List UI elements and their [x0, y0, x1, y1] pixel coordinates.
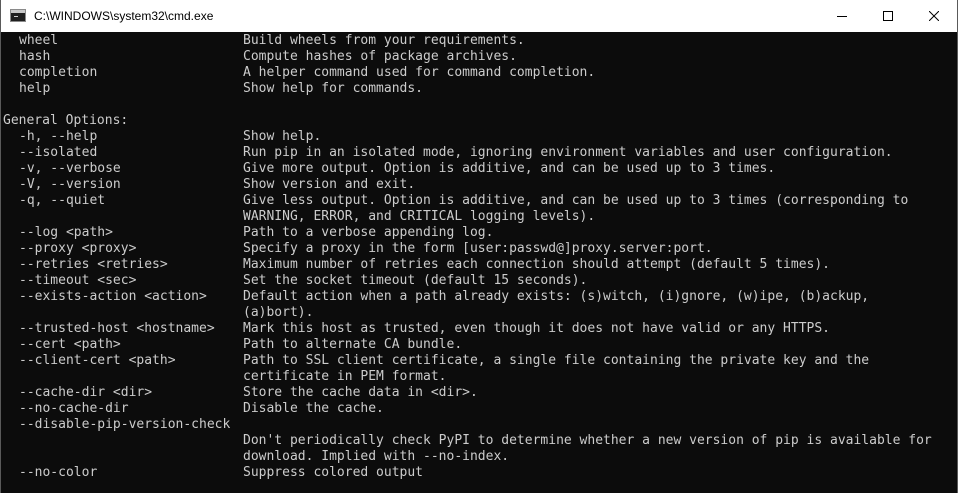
- option-flag: --no-cache-dir: [19, 401, 129, 416]
- command-description: A helper command used for command comple…: [243, 65, 596, 80]
- minimize-icon: [837, 16, 847, 17]
- option-flag: -V, --version: [19, 177, 121, 192]
- option-flag: --no-color: [19, 465, 98, 480]
- option-flag: --client-cert <path>: [19, 353, 176, 368]
- option-flag: --timeout <sec>: [19, 273, 137, 288]
- option-description: Default action when a path already exist…: [243, 289, 870, 304]
- maximize-button[interactable]: [865, 0, 911, 32]
- command-description: Build wheels from your requirements.: [243, 33, 525, 48]
- command-name: completion: [19, 65, 98, 80]
- option-description-continued: (a)bort).: [243, 305, 314, 320]
- option-description: Mark this host as trusted, even though i…: [243, 321, 830, 336]
- title-bar[interactable]: C:\WINDOWS\system32\cmd.exe: [1, 0, 957, 32]
- option-description: Show help.: [243, 129, 322, 144]
- console-icon[interactable]: [10, 9, 26, 22]
- option-flag: -v, --verbose: [19, 161, 121, 176]
- option-description: Path to a verbose appending log.: [243, 225, 494, 240]
- option-description: Specify a proxy in the form [user:passwd…: [243, 241, 713, 256]
- option-description-continued: WARNING, ERROR, and CRITICAL logging lev…: [243, 209, 596, 224]
- window-title: C:\WINDOWS\system32\cmd.exe: [34, 9, 214, 23]
- option-description: Give more output. Option is additive, an…: [243, 161, 776, 176]
- option-description-continued: download. Implied with --no-index.: [243, 449, 510, 464]
- option-description: Path to SSL client certificate, a single…: [243, 353, 870, 368]
- option-description: Suppress colored output: [243, 465, 424, 480]
- option-description: Show version and exit.: [243, 177, 416, 192]
- option-description: Don't periodically check PyPI to determi…: [243, 433, 932, 448]
- option-description: Run pip in an isolated mode, ignoring en…: [243, 145, 893, 160]
- option-flag: --disable-pip-version-check: [19, 417, 231, 432]
- general-options-heading: General Options:: [3, 113, 129, 128]
- command-name: hash: [19, 49, 51, 64]
- option-flag: --exists-action <action>: [19, 289, 207, 304]
- minimize-button[interactable]: [819, 0, 865, 32]
- option-description-continued: certificate in PEM format.: [243, 369, 447, 384]
- option-flag: --proxy <proxy>: [19, 241, 137, 256]
- option-flag: --retries <retries>: [19, 257, 168, 272]
- close-icon: [929, 11, 939, 21]
- cmd-window: C:\WINDOWS\system32\cmd.exe wheel Build …: [0, 0, 958, 493]
- close-button[interactable]: [911, 0, 957, 32]
- option-description: Set the socket timeout (default 15 secon…: [243, 273, 588, 288]
- command-description: Compute hashes of package archives.: [243, 49, 517, 64]
- option-flag: -q, --quiet: [19, 193, 106, 208]
- option-flag: -h, --help: [19, 129, 98, 144]
- console-output[interactable]: wheel Build wheels from your requirement…: [3, 32, 955, 493]
- option-flag: --isolated: [19, 145, 98, 160]
- option-description: Give less output. Option is additive, an…: [243, 193, 909, 208]
- command-name: wheel: [19, 33, 59, 48]
- maximize-icon: [883, 11, 893, 21]
- option-flag: --trusted-host <hostname>: [19, 321, 215, 336]
- command-name: help: [19, 81, 51, 96]
- command-description: Show help for commands.: [243, 81, 424, 96]
- option-description: Path to alternate CA bundle.: [243, 337, 463, 352]
- option-description: Store the cache data in <dir>.: [243, 385, 478, 400]
- option-description: Maximum number of retries each connectio…: [243, 257, 830, 272]
- option-flag: --log <path>: [19, 225, 113, 240]
- option-flag: --cert <path>: [19, 337, 121, 352]
- option-description: Disable the cache.: [243, 401, 384, 416]
- option-flag: --cache-dir <dir>: [19, 385, 153, 400]
